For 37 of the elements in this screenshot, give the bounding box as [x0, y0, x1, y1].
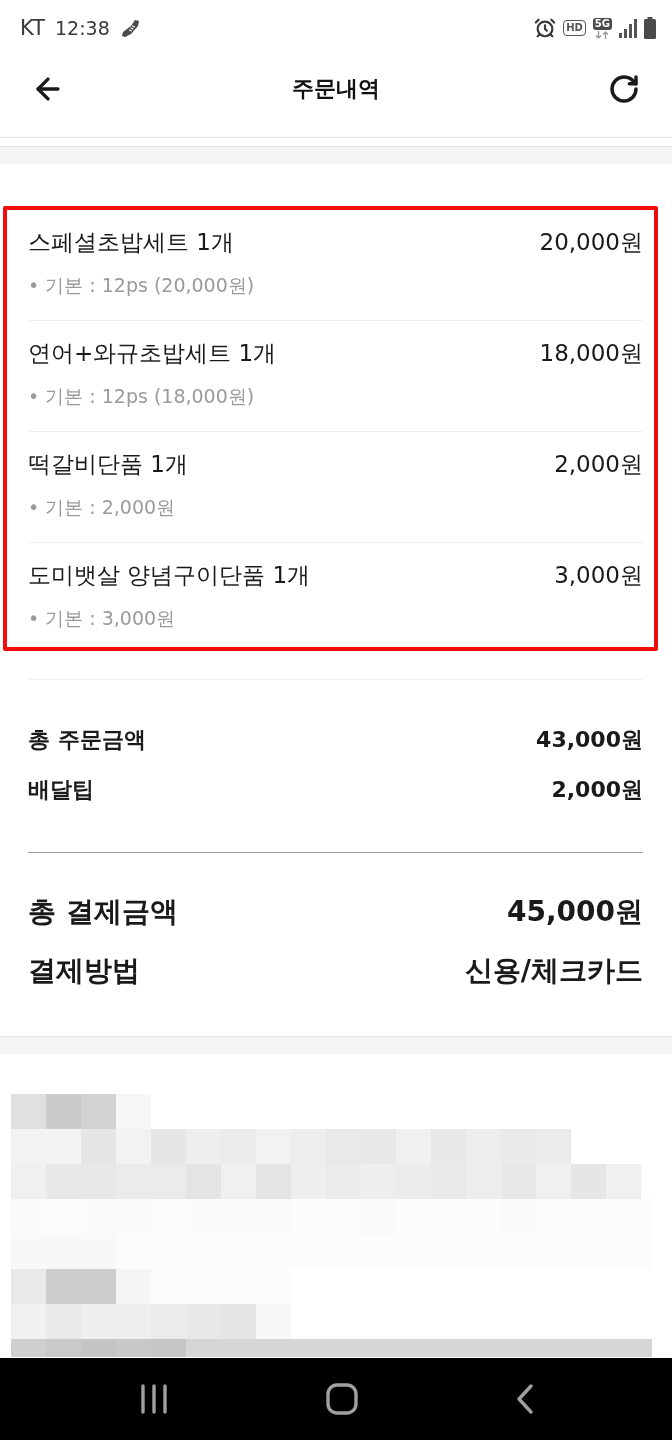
item-option: • 기본 : 12ps (20,000원)	[28, 272, 643, 298]
recent-apps-button[interactable]	[140, 1384, 168, 1414]
alarm-clock-icon	[534, 17, 557, 39]
item-option: • 기본 : 3,000원	[28, 605, 643, 631]
carrier-name: KT	[20, 15, 45, 41]
item-price: 20,000원	[539, 228, 643, 257]
payment-label: 총 결제금액	[28, 894, 178, 930]
payment-value: 신용/체크카드	[464, 953, 643, 989]
item-option: • 기본 : 2,000원	[28, 494, 643, 520]
summary-label: 총 주문금액	[28, 726, 146, 754]
item-option: • 기본 : 12ps (18,000원)	[28, 383, 643, 409]
signal-icon	[619, 18, 637, 38]
home-button[interactable]	[326, 1383, 358, 1415]
summary-value: 2,000원	[551, 776, 643, 804]
up-down-arrows-icon	[595, 30, 610, 39]
home-icon	[326, 1383, 358, 1415]
item-price: 18,000원	[539, 339, 643, 368]
hd-indicator: HD	[563, 20, 586, 36]
network-type-indicator: 5G	[592, 17, 612, 30]
item-name: 연어+와규초밥세트 1개	[28, 339, 277, 368]
back-nav-button[interactable]	[516, 1384, 534, 1414]
page-title: 주문내역	[292, 74, 380, 103]
payment-label: 결제방법	[28, 953, 140, 989]
summary-value: 43,000원	[536, 726, 643, 754]
item-name: 떡갈비단품 1개	[28, 450, 188, 479]
item-name: 도미뱃살 양념구이단품 1개	[28, 561, 311, 590]
summary-label: 배달팁	[28, 776, 94, 804]
item-name: 스페셜초밥세트 1개	[28, 228, 234, 257]
clock-time: 12:38	[54, 16, 110, 41]
recent-apps-icon	[140, 1384, 168, 1414]
refresh-icon	[608, 72, 640, 105]
item-price: 3,000원	[554, 561, 643, 590]
battery-icon	[644, 17, 656, 39]
chevron-left-icon	[516, 1384, 534, 1414]
payment-value: 45,000원	[506, 894, 643, 930]
sneaker-icon	[119, 17, 142, 39]
item-price: 2,000원	[554, 450, 643, 479]
